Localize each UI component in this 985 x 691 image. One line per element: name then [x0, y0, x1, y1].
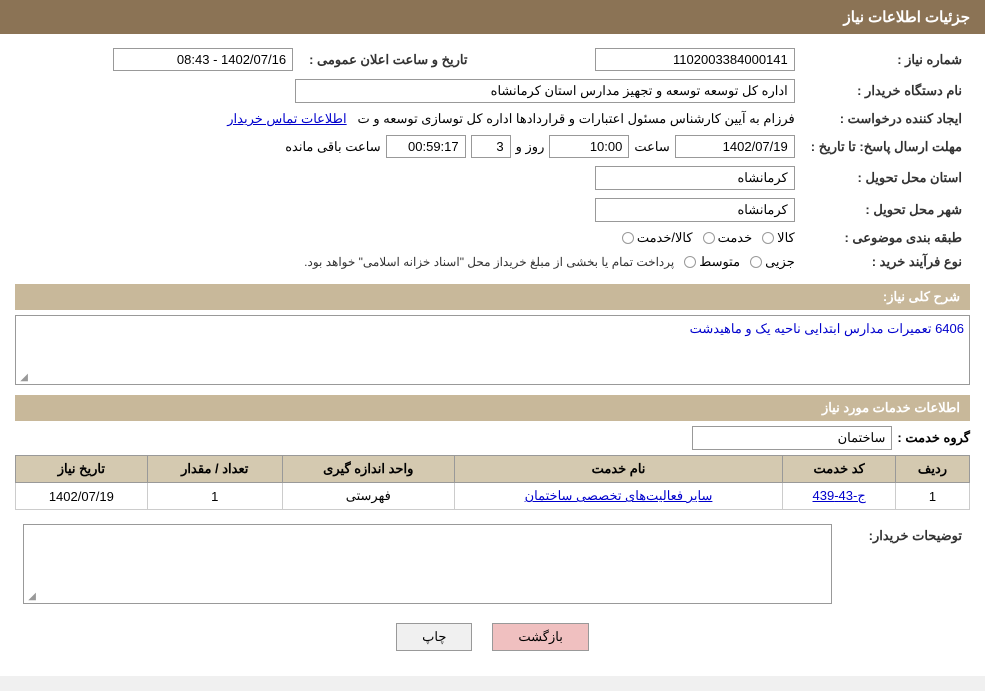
description-box: 6406 تعمیرات مدارس ابتدایی ناحیه یک و ما… [15, 315, 970, 385]
purchase-label-1: جزیی [765, 254, 795, 270]
col-date: تاریخ نیاز [16, 456, 148, 483]
cell-quantity: 1 [147, 483, 282, 510]
back-button[interactable]: بازگشت [492, 623, 588, 651]
cell-unit: فهرستی [282, 483, 454, 510]
announce-date-label: تاریخ و ساعت اعلان عمومی : [301, 44, 487, 75]
category-label-3: کالا/خدمت [637, 230, 693, 246]
city-value: کرمانشاه [595, 198, 795, 222]
creator-label: ایجاد کننده درخواست : [803, 107, 970, 131]
category-radio-3[interactable] [622, 232, 634, 244]
description-section-title: شرح کلی نیاز: [15, 284, 970, 310]
purchase-type-label: نوع فرآیند خرید : [803, 250, 970, 274]
col-index: ردیف [895, 456, 969, 483]
province-label: استان محل تحویل : [803, 162, 970, 194]
purchase-label-2: متوسط [699, 254, 740, 270]
creator-value: فرزام به آیین کارشناس مسئول اعتبارات و ق… [357, 111, 794, 126]
resize-handle[interactable]: ◢ [18, 372, 28, 382]
button-row: بازگشت چاپ [15, 623, 970, 651]
cell-name: سایر فعالیت‌های تخصصی ساختمان [454, 483, 783, 510]
col-unit: واحد اندازه گیری [282, 456, 454, 483]
cell-index: 1 [895, 483, 969, 510]
group-service-row: گروه خدمت : ساختمان [15, 426, 970, 450]
description-text: 6406 تعمیرات مدارس ابتدایی ناحیه یک و ما… [16, 316, 969, 342]
province-value: کرمانشاه [595, 166, 795, 190]
cell-code: ج-43-439 [783, 483, 896, 510]
creator-contact-link[interactable]: اطلاعات تماس خریدار [227, 111, 346, 126]
deadline-date: 1402/07/19 [675, 135, 795, 158]
cell-date: 1402/07/19 [16, 483, 148, 510]
buyer-resize-handle[interactable]: ◢ [26, 591, 36, 601]
category-option-2[interactable]: خدمت [703, 230, 753, 246]
print-button[interactable]: چاپ [396, 623, 472, 651]
col-name: نام خدمت [454, 456, 783, 483]
col-code: کد خدمت [783, 456, 896, 483]
deadline-time-label: ساعت [634, 139, 669, 155]
category-label-1: کالا [777, 230, 795, 246]
category-radio-group: کالا خدمت کالا/خدمت [622, 230, 795, 246]
services-section-title: اطلاعات خدمات مورد نیاز [15, 395, 970, 421]
purchase-option-2[interactable]: متوسط [684, 254, 740, 270]
category-option-1[interactable]: کالا [762, 230, 795, 246]
announce-date-value: 1402/07/16 - 08:43 [113, 48, 293, 71]
deadline-days: 3 [471, 135, 511, 158]
page-header: جزئیات اطلاعات نیاز [0, 0, 985, 34]
purchase-radio-1[interactable] [750, 256, 762, 268]
purchase-note: پرداخت تمام یا بخشی از مبلغ خریداز محل "… [304, 255, 674, 269]
page-title: جزئیات اطلاعات نیاز [844, 9, 971, 26]
tender-number-value: 1102003384000141 [595, 48, 795, 71]
buyer-desc-box: ◢ [23, 524, 832, 604]
deadline-remaining-label: ساعت باقی مانده [285, 139, 380, 155]
buyer-desc-label: توضیحات خریدار: [840, 520, 970, 608]
category-radio-1[interactable] [762, 232, 774, 244]
deadline-label: مهلت ارسال پاسخ: تا تاریخ : [803, 131, 970, 162]
deadline-time: 10:00 [549, 135, 629, 158]
category-radio-2[interactable] [703, 232, 715, 244]
col-quantity: تعداد / مقدار [147, 456, 282, 483]
purchase-radio-2[interactable] [684, 256, 696, 268]
deadline-remaining: 00:59:17 [386, 135, 466, 158]
purchase-option-1[interactable]: جزیی [750, 254, 795, 270]
group-label: گروه خدمت : [897, 430, 970, 446]
tender-number-label: شماره نیاز : [803, 44, 970, 75]
table-row: 1ج-43-439سایر فعالیت‌های تخصصی ساختمانفه… [16, 483, 970, 510]
org-value: اداره کل توسعه توسعه و تجهیز مدارس استان… [295, 79, 795, 103]
category-label-2: خدمت [718, 230, 753, 246]
group-value: ساختمان [692, 426, 892, 450]
category-label: طبقه بندی موضوعی : [803, 226, 970, 250]
services-table: ردیف کد خدمت نام خدمت واحد اندازه گیری ت… [15, 455, 970, 510]
org-label: نام دستگاه خریدار : [803, 75, 970, 107]
category-option-3[interactable]: کالا/خدمت [622, 230, 693, 246]
deadline-day-label: روز و [516, 139, 545, 155]
city-label: شهر محل تحویل : [803, 194, 970, 226]
